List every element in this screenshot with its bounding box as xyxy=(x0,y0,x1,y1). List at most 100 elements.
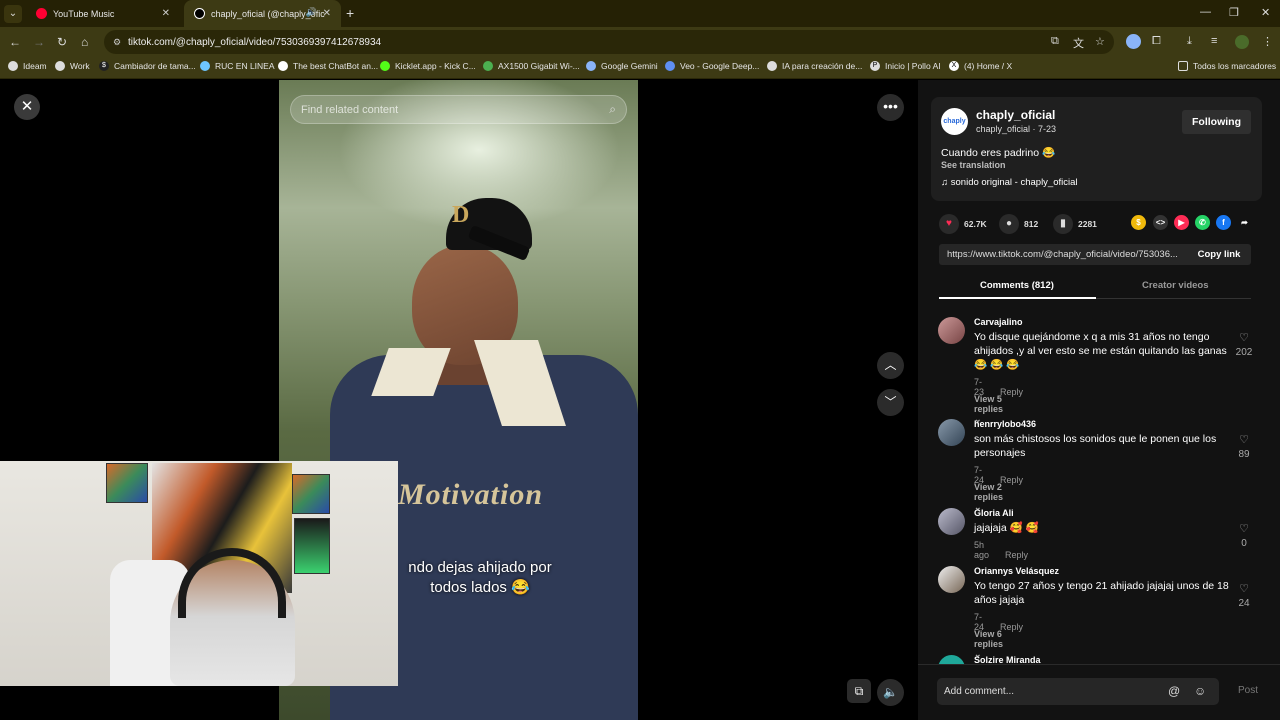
search-icon[interactable]: ⌕ xyxy=(609,102,616,117)
extensions-puzzle-icon[interactable]: ⧠ xyxy=(1152,35,1161,48)
comment-like-icon[interactable]: ♡ xyxy=(1234,582,1254,595)
commenter-avatar[interactable] xyxy=(938,317,965,344)
tab-search-button[interactable]: ⌄ xyxy=(4,5,22,23)
tab-comments[interactable]: Comments (812) xyxy=(980,280,1054,291)
new-tab-button[interactable]: + xyxy=(346,5,354,21)
menu-icon[interactable]: ⋮ xyxy=(1262,35,1273,48)
share-coin-icon[interactable]: $ xyxy=(1131,215,1146,230)
bookmark-item[interactable]: P Inicio | Pollo AI xyxy=(870,61,941,71)
bookmarks-bar: Ideam Work $ Cambiador de tama... RUC EN … xyxy=(0,57,1280,79)
reply-button[interactable]: Reply xyxy=(1000,622,1023,632)
cast-icon[interactable]: ⧉ xyxy=(1051,35,1059,48)
back-icon[interactable]: ← xyxy=(9,35,21,49)
commenter-avatar[interactable] xyxy=(938,508,965,535)
tab-title: YouTube Music xyxy=(53,8,115,19)
media-control-icon[interactable]: ≡ xyxy=(1211,35,1217,47)
audio-playing-icon[interactable]: 🔊 xyxy=(306,7,317,18)
shirt-text: Motivation xyxy=(398,478,544,511)
previous-video-button[interactable]: ︿ xyxy=(877,352,904,379)
bookmark-item[interactable]: $ Cambiador de tama... xyxy=(99,61,196,71)
mention-icon[interactable]: @ xyxy=(1168,684,1180,698)
commenter-name[interactable]: Carvajalino xyxy=(974,317,1023,327)
commenter-name[interactable]: Oriannys Velásquez xyxy=(974,566,1059,576)
emoji-icon[interactable]: ☺ xyxy=(1194,684,1206,698)
music-link[interactable]: ♫ sonido original - chaply_oficial xyxy=(941,177,1078,188)
bookmark-item[interactable]: AX1500 Gigabit Wi-... xyxy=(483,61,580,71)
save-button[interactable]: ▮ 2281 xyxy=(1053,214,1097,234)
share-arrow-icon[interactable]: ➦ xyxy=(1237,215,1252,230)
comment-like-count: 0 xyxy=(1241,538,1247,549)
tab-youtube-music[interactable]: YouTube Music ✕ xyxy=(26,0,180,27)
search-placeholder: Find related content xyxy=(301,103,399,116)
facebook-icon[interactable]: f xyxy=(1216,215,1231,230)
comment-icon: ● xyxy=(999,214,1019,234)
bookmark-item[interactable]: Ideam xyxy=(8,61,47,71)
bookmark-item[interactable]: Kicklet.app - Kick C... xyxy=(380,61,476,71)
copy-link-button[interactable]: Copy link xyxy=(1191,244,1247,265)
reload-icon[interactable]: ↻ xyxy=(57,35,67,49)
site-info-icon[interactable]: ⚙ xyxy=(113,37,121,48)
tiktok-icon xyxy=(194,8,205,19)
profile-avatar[interactable] xyxy=(1235,35,1249,49)
comment-like-icon[interactable]: ♡ xyxy=(1234,331,1254,344)
restore-icon[interactable]: ❐ xyxy=(1229,6,1239,19)
minimize-icon[interactable]: — xyxy=(1200,6,1211,18)
picture-in-picture-icon[interactable]: ⧉ xyxy=(847,679,871,703)
reply-button[interactable]: Reply xyxy=(1005,550,1028,560)
download-icon[interactable]: ⤓ xyxy=(1187,35,1192,48)
address-bar[interactable]: ⚙ tiktok.com/@chaply_oficial/video/75303… xyxy=(104,30,1114,54)
tab-creator-videos[interactable]: Creator videos xyxy=(1142,280,1209,291)
following-button[interactable]: Following xyxy=(1182,110,1251,134)
commenter-avatar[interactable] xyxy=(938,566,965,593)
bookmark-icon xyxy=(278,61,288,71)
url-text: tiktok.com/@chaply_oficial/video/7530369… xyxy=(128,36,382,48)
close-video-button[interactable]: ✕ xyxy=(14,94,40,120)
bookmark-item[interactable]: IA para creación de... xyxy=(767,61,862,71)
whatsapp-icon[interactable]: ✆ xyxy=(1195,215,1210,230)
close-tab-icon[interactable]: ✕ xyxy=(323,8,331,19)
comment-like-icon[interactable]: ♡ xyxy=(1234,522,1254,535)
translate-icon[interactable]: 文 xyxy=(1073,35,1084,51)
reply-button[interactable]: Reply xyxy=(1000,387,1023,397)
find-related-search[interactable]: Find related content ⌕ xyxy=(290,95,627,124)
post-button[interactable]: Post xyxy=(1238,685,1258,696)
navigation-bar: ← → ↻ ⌂ ⚙ tiktok.com/@chaply_oficial/vid… xyxy=(0,27,1280,57)
bookmark-star-icon[interactable]: ☆ xyxy=(1095,35,1105,48)
bookmark-icon xyxy=(665,61,675,71)
active-tab-indicator xyxy=(939,297,1096,299)
bookmark-item[interactable]: X (4) Home / X xyxy=(949,61,1012,71)
comment-button[interactable]: ● 812 xyxy=(999,214,1038,234)
bookmark-item[interactable]: The best ChatBot an... xyxy=(278,61,378,71)
comment-meta: 5h ago Reply xyxy=(974,540,1029,560)
volume-icon[interactable]: 🔈 xyxy=(877,679,904,706)
send-icon[interactable]: ▶ xyxy=(1174,215,1189,230)
reply-button[interactable]: Reply xyxy=(1000,475,1023,485)
commenter-name[interactable]: henrrylobo436 xyxy=(974,419,1036,429)
close-tab-icon[interactable]: ✕ xyxy=(162,8,170,19)
commenter-name[interactable]: Gloria Ali xyxy=(974,508,1014,518)
all-bookmarks-folder[interactable]: Todos los marcadores xyxy=(1178,61,1276,71)
author-username[interactable]: chaply_oficial xyxy=(976,108,1055,122)
embed-icon[interactable]: <> xyxy=(1153,215,1168,230)
like-button[interactable]: ♥ 62.7K xyxy=(939,214,987,234)
bookmark-item[interactable]: RUC EN LINEA xyxy=(200,61,275,71)
bookmark-item[interactable]: Google Gemini xyxy=(586,61,658,71)
home-icon[interactable]: ⌂ xyxy=(81,35,88,49)
next-video-button[interactable]: ﹀ xyxy=(877,389,904,416)
bookmark-item[interactable]: Veo - Google Deep... xyxy=(665,61,759,71)
screen: ⌄ YouTube Music ✕ chaply_oficial (@chapl… xyxy=(0,0,1280,720)
comment-like-count: 24 xyxy=(1238,598,1250,609)
bookmark-icon: P xyxy=(870,61,880,71)
comment-like-icon[interactable]: ♡ xyxy=(1234,433,1254,446)
forward-icon[interactable]: → xyxy=(33,35,45,49)
commenter-avatar[interactable] xyxy=(938,419,965,446)
close-window-icon[interactable]: ✕ xyxy=(1261,6,1270,19)
more-options-button[interactable]: ••• xyxy=(877,94,904,121)
cap-logo: D xyxy=(452,202,470,228)
tab-tiktok[interactable]: chaply_oficial (@chaply_ofic 🔊 ✕ xyxy=(184,0,341,27)
see-translation-link[interactable]: See translation xyxy=(941,160,1006,170)
x-icon: X xyxy=(949,61,959,71)
author-avatar[interactable]: chaply xyxy=(941,108,968,135)
extension-icon[interactable] xyxy=(1126,34,1141,49)
bookmark-item[interactable]: Work xyxy=(55,61,90,71)
